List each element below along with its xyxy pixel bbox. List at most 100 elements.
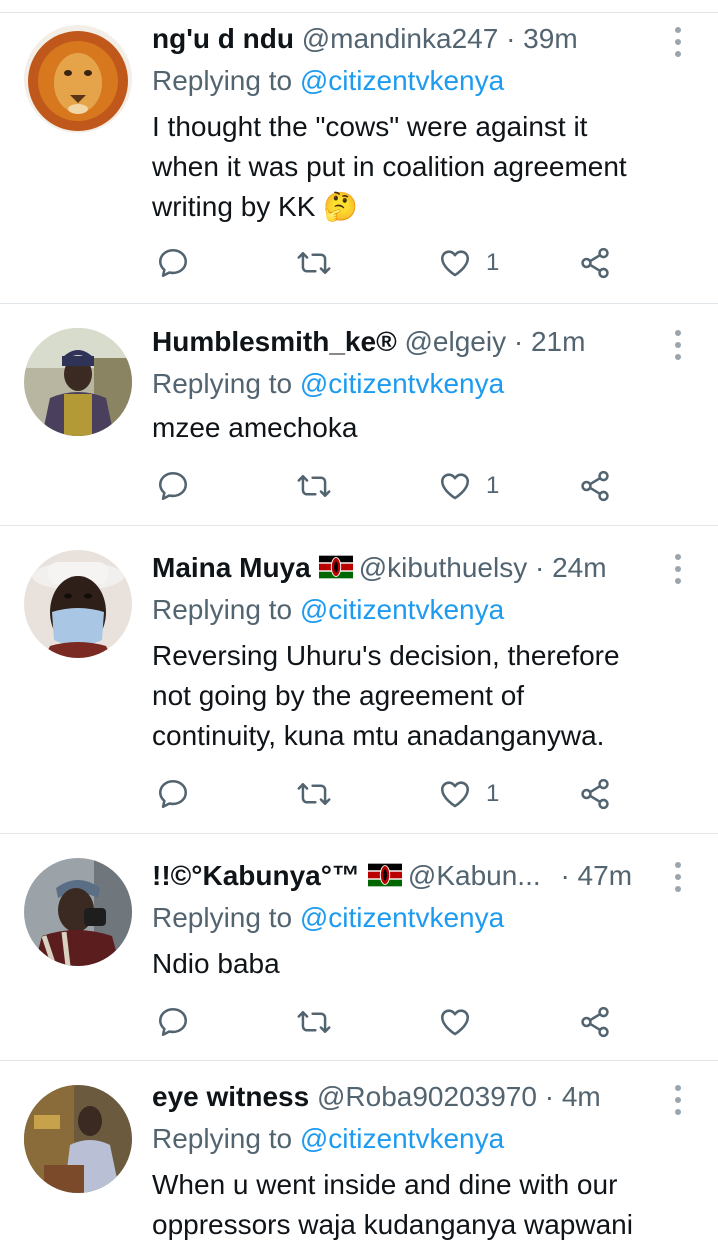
like-button[interactable] (438, 1002, 486, 1042)
reply-button[interactable] (156, 774, 190, 814)
like-count: 1 (486, 780, 500, 807)
retweet-button[interactable] (296, 243, 332, 283)
replying-to: Replying to @citizentvkenya (152, 364, 504, 404)
retweet-icon (297, 252, 331, 274)
timestamp[interactable]: 21m (531, 326, 585, 357)
kenya-flag-icon (367, 863, 402, 887)
share-button[interactable] (578, 774, 612, 814)
tweet-text: When u went inside and dine with our opp… (152, 1165, 697, 1245)
retweet-button[interactable] (296, 466, 332, 506)
share-icon (581, 778, 609, 810)
tweet-text-line: not going by the agreement of (152, 680, 525, 711)
replying-to: Replying to @citizentvkenya (152, 61, 504, 101)
display-name[interactable]: Maina Muya (152, 552, 311, 583)
reply-button[interactable] (156, 466, 190, 506)
tweet-text-line: continuity, kuna mtu anadanganywa. (152, 720, 605, 751)
tweet-text-line: I thought the "cows" were against it (152, 111, 588, 142)
display-name[interactable]: ng'u d ndu (152, 23, 294, 54)
share-icon (581, 1006, 609, 1038)
reply-button[interactable] (156, 1002, 190, 1042)
timestamp[interactable]: 47m (578, 860, 632, 891)
replying-to-mention[interactable]: @citizentvkenya (300, 1123, 504, 1154)
replying-to-label: Replying to (152, 1123, 293, 1154)
more-options-icon[interactable] (668, 324, 688, 364)
timestamp[interactable]: 4m (562, 1081, 601, 1112)
retweet-icon (297, 783, 331, 805)
replying-to-mention[interactable]: @citizentvkenya (300, 368, 504, 399)
tweet-3[interactable]: Maina Muya @kibuthuelsy · 24m Replying to… (0, 526, 718, 834)
person-avatar[interactable] (24, 328, 132, 436)
like-button[interactable]: 1 (438, 243, 499, 283)
seated-person-avatar[interactable] (24, 1085, 132, 1193)
share-icon (581, 247, 609, 279)
reply-icon (158, 779, 188, 809)
tweet-text: I thought the "cows" were against it whe… (152, 107, 697, 227)
reply-icon (158, 471, 188, 501)
replying-to: Replying to @citizentvkenya (152, 898, 504, 938)
masked-person-avatar[interactable] (24, 550, 132, 658)
like-button[interactable]: 1 (438, 466, 499, 506)
tweet-text-line: When u went inside and dine with our (152, 1169, 618, 1200)
heart-icon (440, 1009, 470, 1036)
replying-to: Replying to @citizentvkenya (152, 1119, 504, 1159)
separator-dot: · (513, 326, 524, 357)
replying-to-mention[interactable]: @citizentvkenya (300, 65, 504, 96)
share-button[interactable] (578, 466, 612, 506)
tweet-text-line: when it was put in coalition agreement (152, 151, 627, 182)
replying-to-label: Replying to (152, 902, 293, 933)
user-handle[interactable]: @Kabun... (408, 860, 541, 891)
retweet-icon (297, 475, 331, 497)
tweet-1[interactable]: ng'u d ndu @mandinka247 · 39m Replying t… (0, 13, 718, 304)
more-options-icon[interactable] (668, 21, 688, 61)
user-handle[interactable]: @Roba90203970 (317, 1081, 537, 1112)
separator-dot: · (506, 23, 516, 54)
user-handle[interactable]: @mandinka247 (302, 23, 499, 54)
display-name[interactable]: !!©°Kabunya°™ (152, 860, 360, 891)
retweet-button[interactable] (296, 1002, 332, 1042)
tweet-text: mzee amechoka (152, 408, 697, 448)
tweet-text-line: oppressors waja kudanganya wapwani (152, 1209, 633, 1240)
more-options-icon[interactable] (668, 856, 688, 896)
tweet-5[interactable]: eye witness @Roba90203970 · 4m Replying … (0, 1061, 718, 1246)
separator-dot: · (560, 860, 570, 891)
heart-icon (440, 473, 470, 500)
share-button[interactable] (578, 1002, 612, 1042)
tweet-text-line: Ndio baba (152, 948, 280, 979)
replying-to-mention[interactable]: @citizentvkenya (300, 902, 504, 933)
replying-to: Replying to @citizentvkenya (152, 590, 504, 630)
replying-to-label: Replying to (152, 65, 293, 96)
share-icon (581, 470, 609, 502)
like-count: 1 (486, 249, 500, 276)
reply-icon (158, 248, 188, 278)
like-button[interactable]: 1 (438, 774, 499, 814)
lion-avatar[interactable] (24, 25, 132, 133)
separator-dot: · (535, 552, 545, 583)
tweet-4[interactable]: !!©°Kabunya°™ @Kabun... · 47m Replying to… (0, 834, 718, 1061)
heart-icon (440, 250, 470, 277)
tweet-text-line: writing by KK 🤔 (152, 191, 359, 222)
user-handle[interactable]: @elgeiy (404, 326, 506, 357)
heart-icon (440, 781, 470, 808)
replying-to-label: Replying to (152, 594, 293, 625)
tweet-2[interactable]: Humblesmith_ke® @elgeiy · 21m Replying t… (0, 304, 718, 526)
user-handle[interactable]: @kibuthuelsy (359, 552, 528, 583)
tweet-text: Reversing Uhuru's decision, therefore no… (152, 636, 697, 756)
tweet-text-line: mzee amechoka (152, 412, 358, 443)
timestamp[interactable]: 39m (523, 23, 577, 54)
tweet-text: Ndio baba (152, 944, 697, 984)
more-options-icon[interactable] (668, 548, 688, 588)
timestamp[interactable]: 24m (552, 552, 606, 583)
reply-icon (158, 1007, 188, 1037)
retweet-button[interactable] (296, 774, 332, 814)
separator-dot: · (544, 1081, 555, 1112)
reply-button[interactable] (156, 243, 190, 283)
elder-avatar[interactable] (24, 858, 132, 966)
retweet-icon (297, 1011, 331, 1033)
share-button[interactable] (578, 243, 612, 283)
more-options-icon[interactable] (668, 1079, 688, 1119)
display-name[interactable]: eye witness (152, 1081, 309, 1112)
display-name[interactable]: Humblesmith_ke® (152, 326, 397, 357)
top-divider (0, 0, 718, 13)
replying-to-label: Replying to (152, 368, 293, 399)
replying-to-mention[interactable]: @citizentvkenya (300, 594, 504, 625)
